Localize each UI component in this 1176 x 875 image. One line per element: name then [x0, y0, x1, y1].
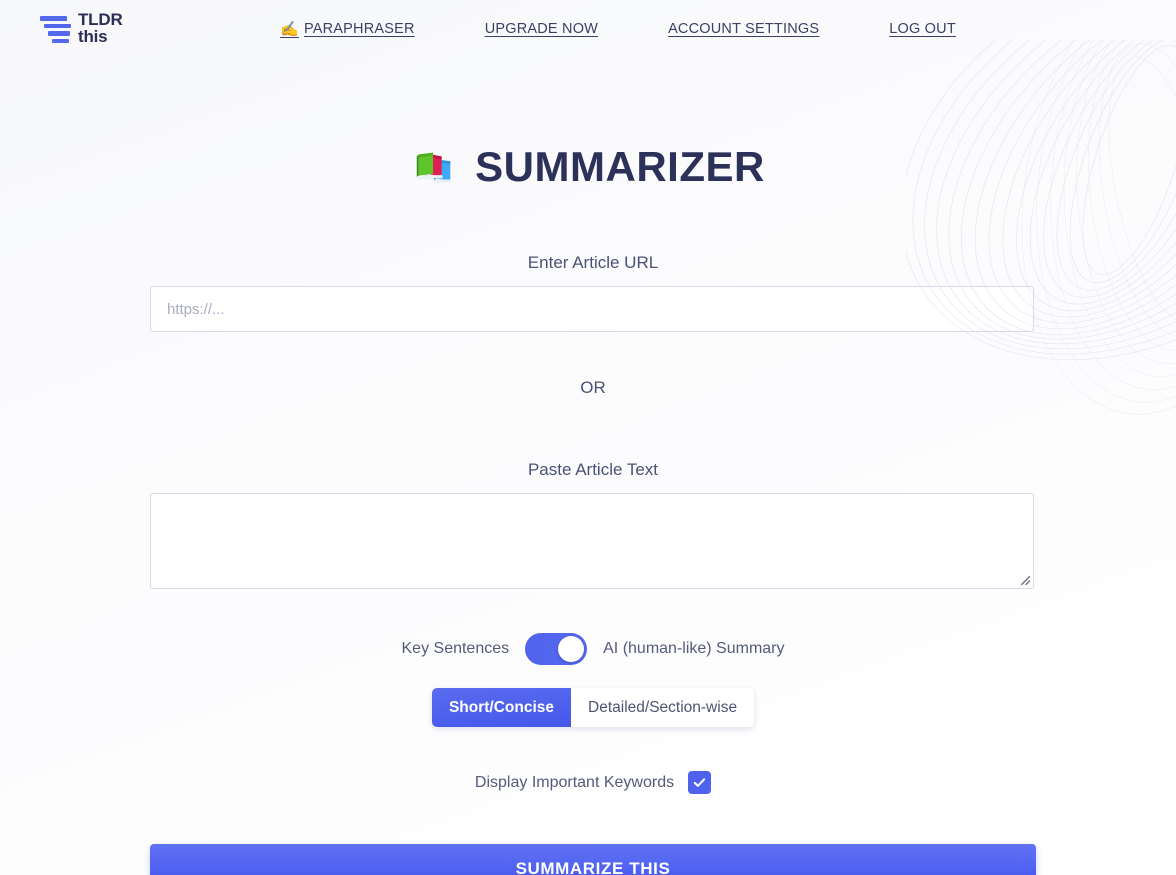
logo-bars-icon: [40, 14, 71, 43]
text-field-label: Paste Article Text: [527, 460, 659, 479]
nav-label-paraphraser: PARAPHRASER: [303, 20, 415, 37]
nav-item-account-settings[interactable]: ACCOUNT SETTINGS: [668, 21, 819, 37]
toggle-label-right: AI (human-like) Summary: [603, 640, 785, 657]
checkmark-icon: [693, 778, 706, 787]
page-title-row: SUMMARIZER: [0, 143, 1176, 191]
logo-line-2: this: [78, 26, 108, 46]
summary-length-segmented-control: Short/Concise Detailed/Section-wise: [150, 688, 1036, 727]
keywords-option-row: Display Important Keywords: [150, 771, 1036, 794]
summarizer-form: Enter Article URL OR Paste Article Text …: [140, 253, 1036, 875]
segment-short-concise[interactable]: Short/Concise: [431, 688, 572, 727]
submit-row: SUMMARIZE THIS: [150, 844, 1036, 875]
keywords-label: Display Important Keywords: [474, 773, 675, 791]
toggle-label-left: Key Sentences: [401, 640, 510, 657]
logo-wordmark: TLDR this: [78, 9, 123, 46]
switch-knob: [558, 636, 585, 662]
main-navigation: ✍️ PARAPHRASER UPGRADE NOW ACCOUNT SETTI…: [0, 20, 1176, 38]
url-field-label: Enter Article URL: [527, 253, 659, 272]
summary-mode-switch[interactable]: [525, 633, 588, 665]
display-keywords-checkbox[interactable]: [688, 771, 712, 794]
logo-link[interactable]: TLDR this: [40, 9, 123, 46]
page-title: SUMMARIZER: [475, 143, 765, 190]
or-separator: OR: [580, 378, 606, 397]
nav-item-upgrade-now[interactable]: UPGRADE NOW: [485, 21, 598, 37]
nav-item-paraphraser[interactable]: ✍️ PARAPHRASER: [280, 20, 415, 38]
pencil-icon: ✍️: [280, 20, 299, 38]
article-text-wrapper: [150, 493, 1034, 589]
article-url-input[interactable]: [150, 286, 1034, 332]
article-text-input[interactable]: [150, 493, 1034, 589]
logo-line-1: TLDR: [78, 9, 123, 29]
summarize-this-button[interactable]: SUMMARIZE THIS: [150, 844, 1036, 875]
summary-mode-toggle-row: Key Sentences AI (human-like) Summary: [150, 633, 1036, 665]
site-header: TLDR this ✍️ PARAPHRASER UPGRADE NOW ACC…: [0, 0, 1176, 57]
segment-detailed-section-wise[interactable]: Detailed/Section-wise: [571, 688, 755, 727]
app-root: TLDR this ✍️ PARAPHRASER UPGRADE NOW ACC…: [0, 0, 1176, 875]
nav-item-log-out[interactable]: LOG OUT: [889, 21, 956, 37]
books-icon: [416, 152, 452, 183]
